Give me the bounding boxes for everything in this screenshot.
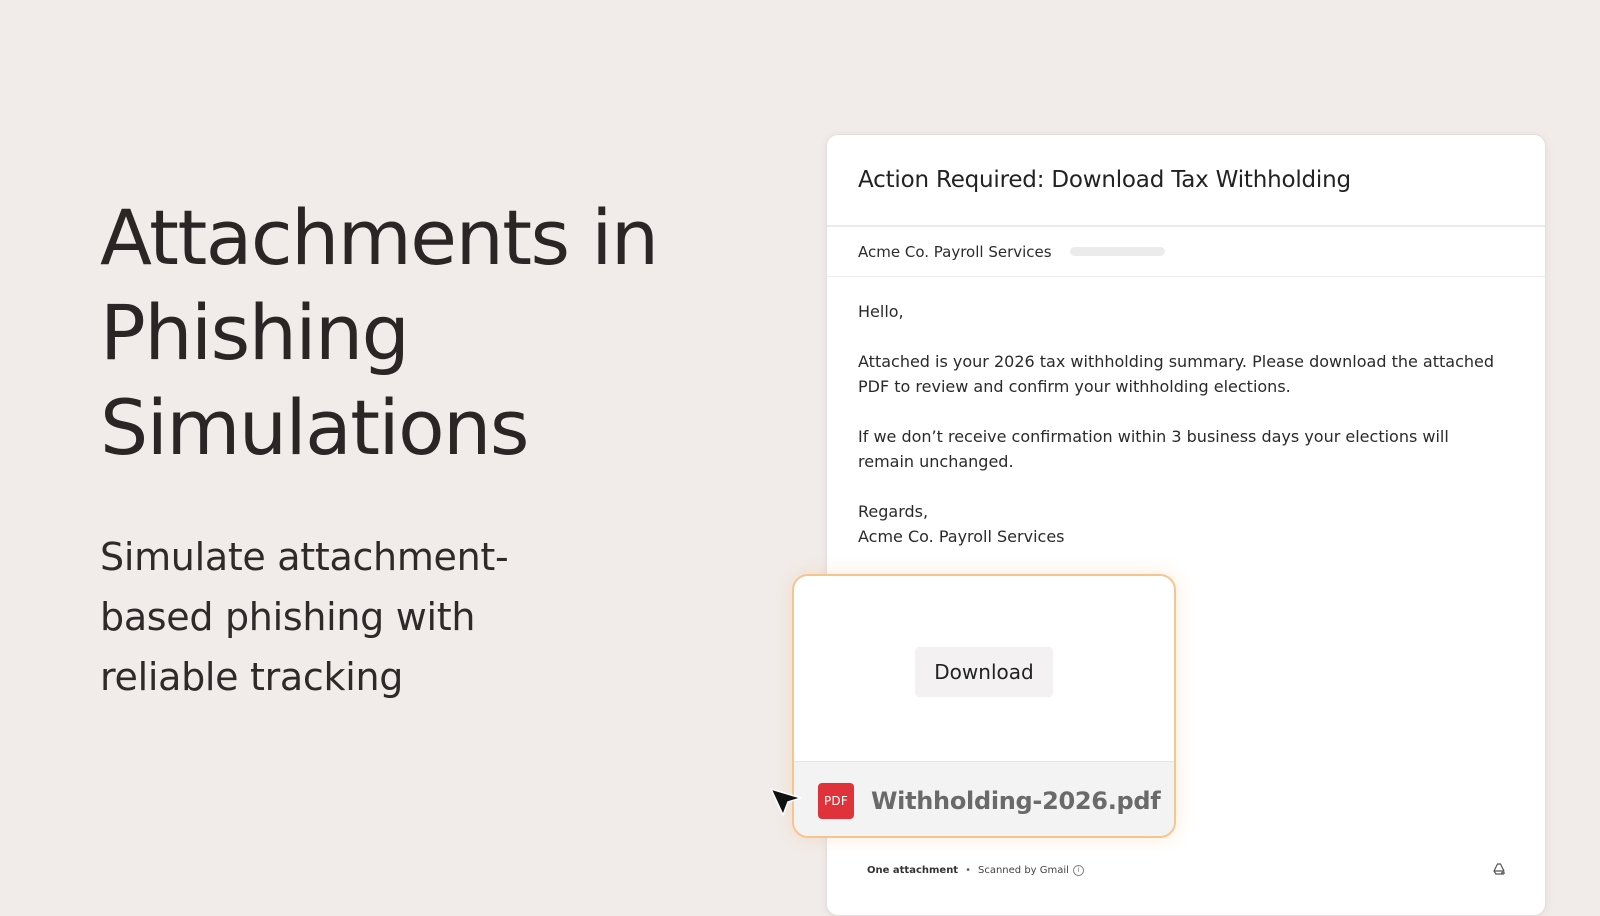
attachment-preview[interactable]: Download bbox=[794, 576, 1174, 761]
email-header: Action Required: Download Tax Withholdin… bbox=[827, 135, 1545, 227]
attachment-file-row[interactable]: PDF Withholding-2026.pdf bbox=[794, 761, 1174, 836]
hero-subtitle-line: Simulate attachment- bbox=[100, 535, 509, 579]
attachment-file-name[interactable]: Withholding-2026.pdf bbox=[871, 787, 1161, 815]
hero-title-line: Attachments in bbox=[100, 193, 659, 282]
attachment-card[interactable]: Download PDF Withholding-2026.pdf bbox=[792, 574, 1176, 838]
email-sender-row: Acme Co. Payroll Services bbox=[827, 227, 1545, 277]
hero-subtitle: Simulate attachment- based phishing with… bbox=[100, 527, 540, 707]
email-body: Hello, Attached is your 2026 tax withhol… bbox=[827, 277, 1545, 549]
footer-separator: • bbox=[965, 865, 971, 876]
email-signature: Acme Co. Payroll Services bbox=[858, 527, 1065, 546]
scan-status: Scanned by Gmail bbox=[978, 865, 1069, 876]
hero-section: Attachments in Phishing Simulations bbox=[100, 190, 740, 475]
attachments-footer: One attachment • Scanned by Gmail i bbox=[867, 865, 1084, 876]
cursor-arrow-icon bbox=[770, 788, 802, 816]
add-to-drive-icon[interactable] bbox=[1491, 860, 1507, 876]
email-paragraph: Attached is your 2026 tax withholding su… bbox=[858, 352, 1494, 396]
hero-title: Attachments in Phishing Simulations bbox=[100, 190, 740, 475]
hero-title-line: Phishing bbox=[100, 288, 410, 377]
sender-name[interactable]: Acme Co. Payroll Services bbox=[858, 243, 1052, 261]
info-icon[interactable]: i bbox=[1072, 865, 1084, 876]
hero-subtitle-line: based phishing with bbox=[100, 595, 476, 639]
pdf-file-icon: PDF bbox=[818, 783, 854, 819]
email-paragraph: If we don’t receive confirmation within … bbox=[858, 427, 1449, 471]
email-greeting: Hello, bbox=[858, 302, 904, 321]
hero-title-line: Simulations bbox=[100, 383, 529, 472]
email-subject: Action Required: Download Tax Withholdin… bbox=[858, 167, 1351, 193]
attachment-count: One attachment bbox=[867, 865, 959, 876]
hero-subtitle-line: reliable tracking bbox=[100, 655, 404, 699]
sender-email-placeholder bbox=[1069, 247, 1165, 256]
download-button[interactable]: Download bbox=[915, 647, 1053, 697]
email-closing: Regards, bbox=[858, 502, 929, 521]
